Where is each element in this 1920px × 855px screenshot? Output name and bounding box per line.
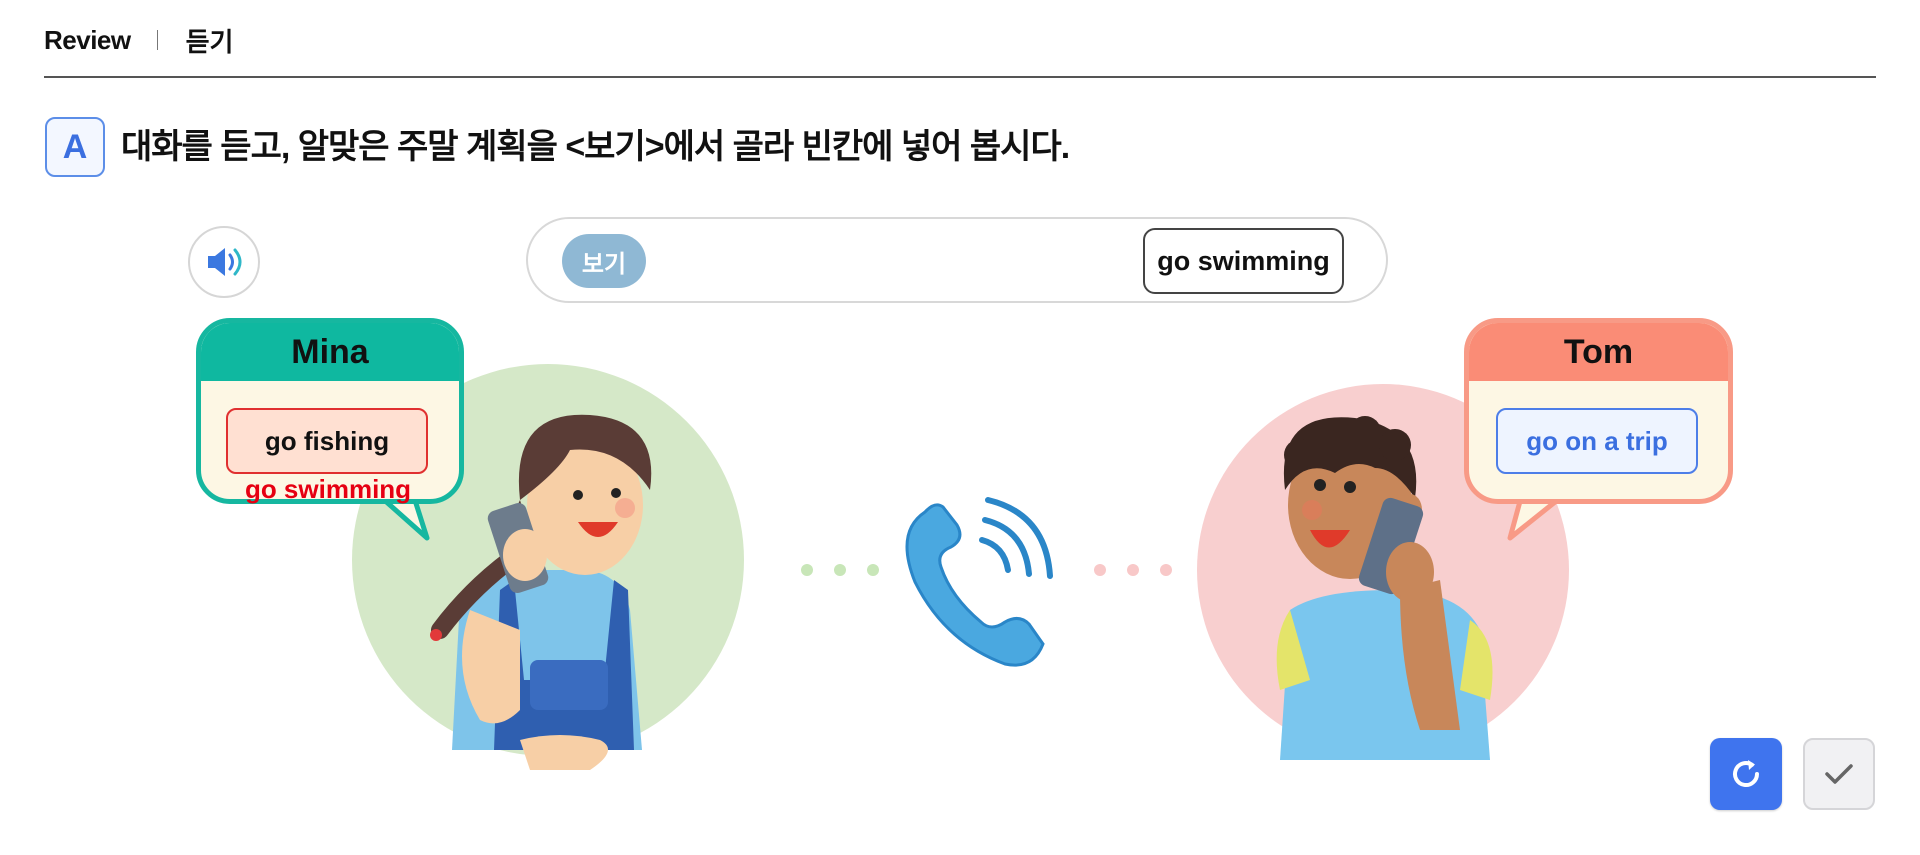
tom-name: Tom bbox=[1469, 323, 1728, 381]
refresh-icon bbox=[1733, 760, 1759, 787]
reset-button[interactable] bbox=[1710, 738, 1782, 810]
check-icon bbox=[1825, 764, 1853, 784]
mina-name: Mina bbox=[201, 323, 459, 381]
check-answer-button[interactable] bbox=[1803, 738, 1875, 810]
tom-answer-blank[interactable]: go on a trip bbox=[1496, 408, 1698, 474]
mina-answer-blank[interactable]: go fishing bbox=[226, 408, 428, 474]
phone-call-icon bbox=[905, 497, 1053, 667]
mina-correct-answer: go swimming bbox=[244, 474, 412, 504]
